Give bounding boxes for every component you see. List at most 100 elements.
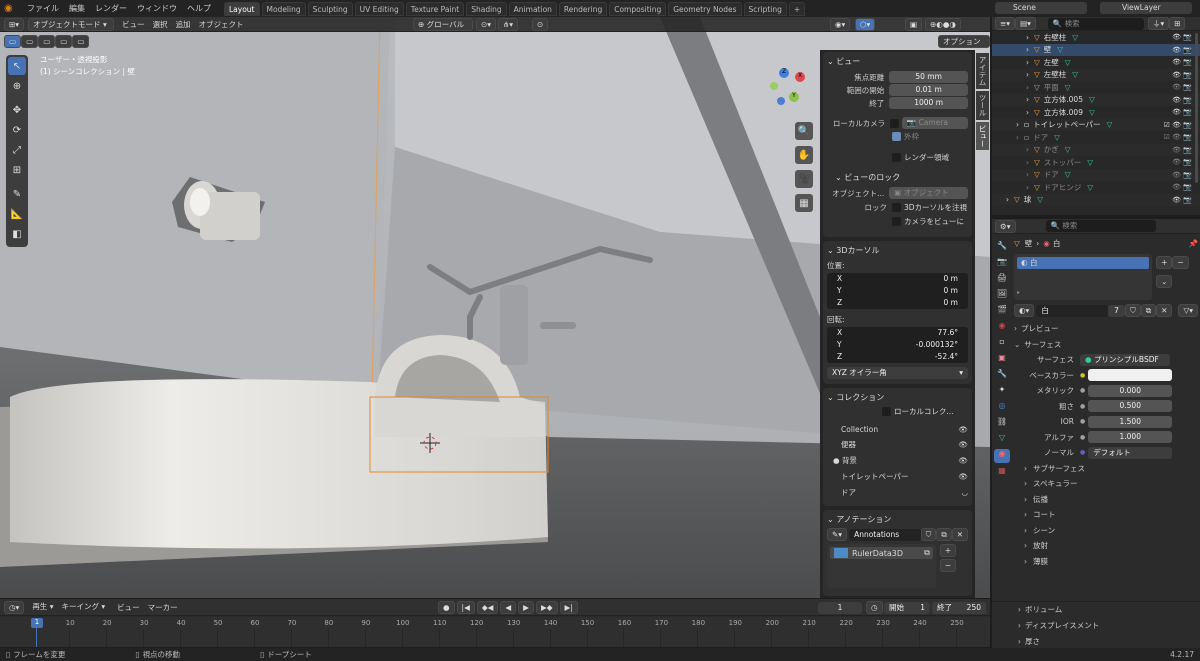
eye-icon[interactable]: 👁 bbox=[958, 472, 968, 481]
axis-z-icon[interactable]: Z bbox=[779, 68, 789, 78]
object-tab-icon[interactable]: ▣ bbox=[994, 353, 1010, 366]
outliner-row[interactable]: › ▽ ドア ▽ 👁 📷 bbox=[992, 168, 1200, 181]
expand-arrow-icon[interactable]: › bbox=[1006, 195, 1014, 204]
annotation-name-field[interactable]: Annotations bbox=[849, 528, 921, 541]
preview-section-header[interactable]: › プレビュー bbox=[1014, 321, 1198, 337]
outliner-row[interactable]: › ▽ 壁 ▽ 👁 📷 bbox=[992, 43, 1200, 56]
tab-modeling[interactable]: Modeling bbox=[261, 1, 306, 16]
tab-rendering[interactable]: Rendering bbox=[558, 1, 608, 16]
properties-search-input[interactable]: 🔍 検索 bbox=[1045, 220, 1156, 232]
visibility-icons[interactable]: 👁 📷 bbox=[1172, 196, 1192, 204]
texture-tab-icon[interactable]: ▦ bbox=[994, 466, 1010, 479]
tool-tab-icon[interactable]: 🔧 bbox=[994, 241, 1010, 254]
keying-menu[interactable]: キーイング ▾ bbox=[57, 601, 109, 614]
tab-uv-editing[interactable]: UV Editing bbox=[354, 1, 404, 16]
constraints-tab-icon[interactable]: ⛓ bbox=[994, 417, 1010, 430]
playhead[interactable]: 1 bbox=[31, 618, 43, 628]
pan-hand-icon[interactable]: ✋ bbox=[795, 146, 813, 164]
end-frame-field[interactable]: 終了 250 bbox=[932, 602, 986, 614]
eye-icon[interactable]: 👁 bbox=[958, 456, 968, 465]
tab-layout[interactable]: Layout bbox=[224, 1, 260, 16]
material-browse-icon[interactable]: ◐▾ bbox=[1014, 304, 1035, 317]
pivot-button[interactable]: ⊙▾ bbox=[476, 18, 497, 31]
shader-subsection-header[interactable]: › コート bbox=[1014, 507, 1198, 523]
fake-user-icon[interactable]: ⛉ bbox=[920, 528, 937, 541]
expand-arrow-icon[interactable]: › bbox=[1026, 145, 1034, 154]
outliner-row[interactable]: › ▽ 立方体.005 ▽ 👁 📷 bbox=[992, 93, 1200, 106]
socket-icon[interactable]: ● bbox=[1080, 449, 1085, 456]
material-slot-row[interactable]: ◐ 白 bbox=[1017, 257, 1150, 269]
data-tab-icon[interactable]: ▽ bbox=[994, 433, 1010, 446]
scene-tab-icon[interactable]: 🎬 bbox=[994, 305, 1010, 318]
outliner-row[interactable]: › ▽ かぎ ▽ 👁 📷 bbox=[992, 143, 1200, 156]
collection-tab-icon[interactable]: ▫ bbox=[994, 337, 1010, 350]
outliner-search-input[interactable]: 🔍 検索 bbox=[1047, 17, 1144, 30]
outliner-row[interactable]: › ▽ ドアヒンジ ▽ 👁 📷 bbox=[992, 181, 1200, 194]
socket-icon[interactable]: ● bbox=[1080, 403, 1085, 410]
camera-selector[interactable]: 📷 Camera bbox=[901, 117, 968, 129]
transform-tool-icon[interactable]: ⊞ bbox=[8, 161, 26, 179]
shader-field-value[interactable]: デフォルト bbox=[1088, 446, 1173, 459]
preview-range-icon[interactable]: ◷ bbox=[866, 601, 883, 614]
annotation-type-icon[interactable]: ✎▾ bbox=[827, 528, 848, 541]
expand-arrow-icon[interactable]: › bbox=[1026, 170, 1034, 179]
annotate-tool-icon[interactable]: ✎ bbox=[8, 185, 26, 203]
outliner-row[interactable]: › ▽ 左壁 ▽ 👁 📷 bbox=[992, 56, 1200, 69]
expand-arrow-icon[interactable]: › bbox=[1026, 158, 1034, 167]
cursor-loc-z-field[interactable]: Z0 m bbox=[827, 297, 968, 309]
lock-cursor-checkbox[interactable] bbox=[892, 203, 901, 212]
outliner-row[interactable]: › ▽ 立方体.009 ▽ 👁 📷 bbox=[992, 106, 1200, 119]
shader-field-value[interactable]: 0.000 bbox=[1088, 384, 1173, 397]
jump-end-icon[interactable]: ▶| bbox=[559, 601, 578, 614]
zoom-icon[interactable]: 🔍 bbox=[795, 122, 813, 140]
shader-subsection-header[interactable]: › 放射 bbox=[1014, 538, 1198, 554]
render-region-checkbox[interactable] bbox=[892, 153, 901, 162]
socket-icon[interactable]: ● bbox=[1080, 418, 1085, 425]
axis-x-icon[interactable]: X bbox=[795, 72, 805, 82]
3d-cursor-title[interactable]: ⌄ 3Dカーソル bbox=[827, 244, 968, 257]
xray-toggle-button[interactable]: ▣ bbox=[905, 18, 923, 31]
add-workspace-button[interactable]: + bbox=[788, 1, 806, 16]
render-tab-icon[interactable]: 📷 bbox=[994, 257, 1010, 270]
select-intersect-icon[interactable]: ▭ bbox=[72, 35, 90, 48]
shader-subsection-header[interactable]: › スペキュラー bbox=[1014, 476, 1198, 492]
add-slot-button[interactable]: + bbox=[1156, 256, 1173, 269]
expand-arrow-icon[interactable]: › bbox=[1016, 120, 1024, 129]
options-dropdown[interactable]: オプション ▾ bbox=[938, 35, 990, 57]
expand-arrow-icon[interactable]: › bbox=[1026, 33, 1034, 42]
properties-editor-type-icon[interactable]: ⚙▾ bbox=[995, 219, 1016, 233]
shader-field-value[interactable]: 1.500 bbox=[1088, 415, 1173, 428]
outliner-row[interactable]: › ▽ 右壁柱 ▽ 👁 📷 bbox=[992, 31, 1200, 44]
record-icon[interactable]: ● bbox=[438, 601, 455, 614]
rotation-mode-selector[interactable]: XYZ オイラー角 ▾ bbox=[827, 367, 968, 379]
remove-layer-button[interactable]: − bbox=[939, 559, 957, 572]
world-tab-icon[interactable]: ◉ bbox=[994, 321, 1010, 334]
visibility-icons[interactable]: 👁 📷 bbox=[1172, 33, 1192, 41]
outliner-row[interactable]: › ▽ ストッパー ▽ 👁 📷 bbox=[992, 156, 1200, 169]
display-mode-icon[interactable]: ▤▾ bbox=[1015, 17, 1036, 30]
visibility-icons[interactable]: 👁 📷 bbox=[1172, 83, 1192, 91]
menu-add[interactable]: 追加 bbox=[176, 19, 191, 30]
expand-arrow-icon[interactable]: › bbox=[1026, 83, 1034, 92]
displacement-section-header[interactable]: › ディスプレイスメント bbox=[992, 618, 1200, 634]
collection-item[interactable]: 便器 👁 bbox=[827, 439, 968, 450]
view-lock-title[interactable]: ⌄ ビューのロック bbox=[827, 171, 968, 184]
socket-icon[interactable]: ● bbox=[1080, 434, 1085, 441]
menu-render[interactable]: レンダー bbox=[90, 3, 132, 14]
surface-shader-selector[interactable]: ● プリンシプルBSDF bbox=[1080, 353, 1170, 366]
scene-selector[interactable]: Scene bbox=[995, 2, 1087, 14]
visibility-icons[interactable]: 👁 📷 bbox=[1172, 71, 1192, 79]
shader-subsection-header[interactable]: › サブサーフェス bbox=[1014, 461, 1198, 477]
collection-item[interactable]: ● 背景 👁 bbox=[827, 455, 968, 466]
visibility-icons[interactable]: 👁 📷 bbox=[1172, 96, 1192, 104]
jump-start-icon[interactable]: |◀ bbox=[456, 601, 475, 614]
duplicate-icon[interactable]: ⧉ bbox=[936, 528, 952, 541]
eye-icon[interactable]: 👁 bbox=[958, 425, 968, 434]
menu-object[interactable]: オブジェクト bbox=[199, 19, 244, 30]
select-tool-icon[interactable]: ↖ bbox=[8, 57, 26, 75]
clip-end-field[interactable]: 1000 m bbox=[889, 97, 968, 109]
axis-neg-z-icon[interactable] bbox=[777, 97, 785, 105]
slot-specials-button[interactable]: ⌄ bbox=[1156, 275, 1173, 288]
outliner-row[interactable]: › ▫ ドア ▽ ☑ 👁 📷 bbox=[992, 131, 1200, 144]
annotation-title[interactable]: ⌄ アノテーション bbox=[827, 513, 968, 526]
